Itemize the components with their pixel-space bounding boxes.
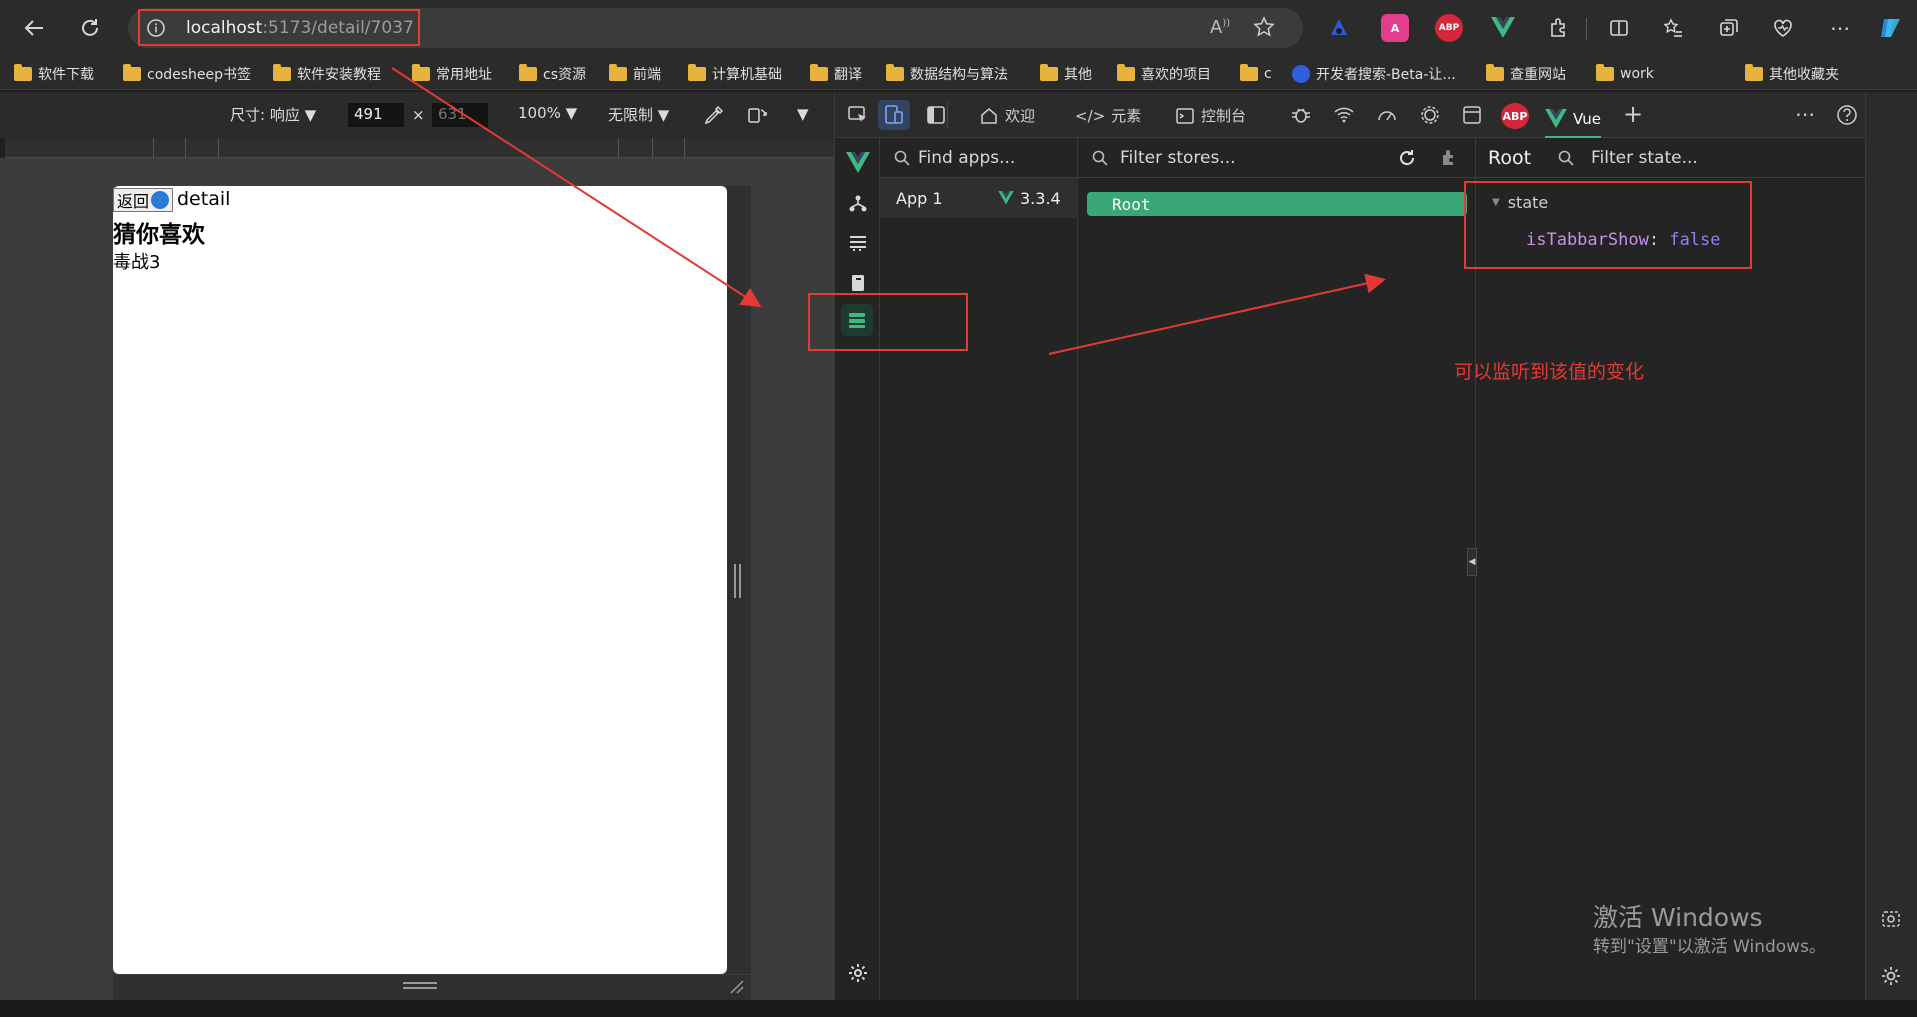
- annotation-arrows: [391, 67, 1386, 355]
- screenshot-capture-icon[interactable]: [1880, 909, 1902, 931]
- taskbar-strip: [0, 1000, 1917, 1017]
- browser-settings-gear-icon[interactable]: [1880, 965, 1902, 987]
- windows-activation-subtitle: 转到"设置"以激活 Windows。: [1593, 937, 1826, 957]
- browser-side-rail: [1865, 92, 1917, 1000]
- annotation-note: 可以监听到该值的变化: [1454, 361, 1645, 383]
- windows-activation-title: 激活 Windows: [1593, 903, 1763, 932]
